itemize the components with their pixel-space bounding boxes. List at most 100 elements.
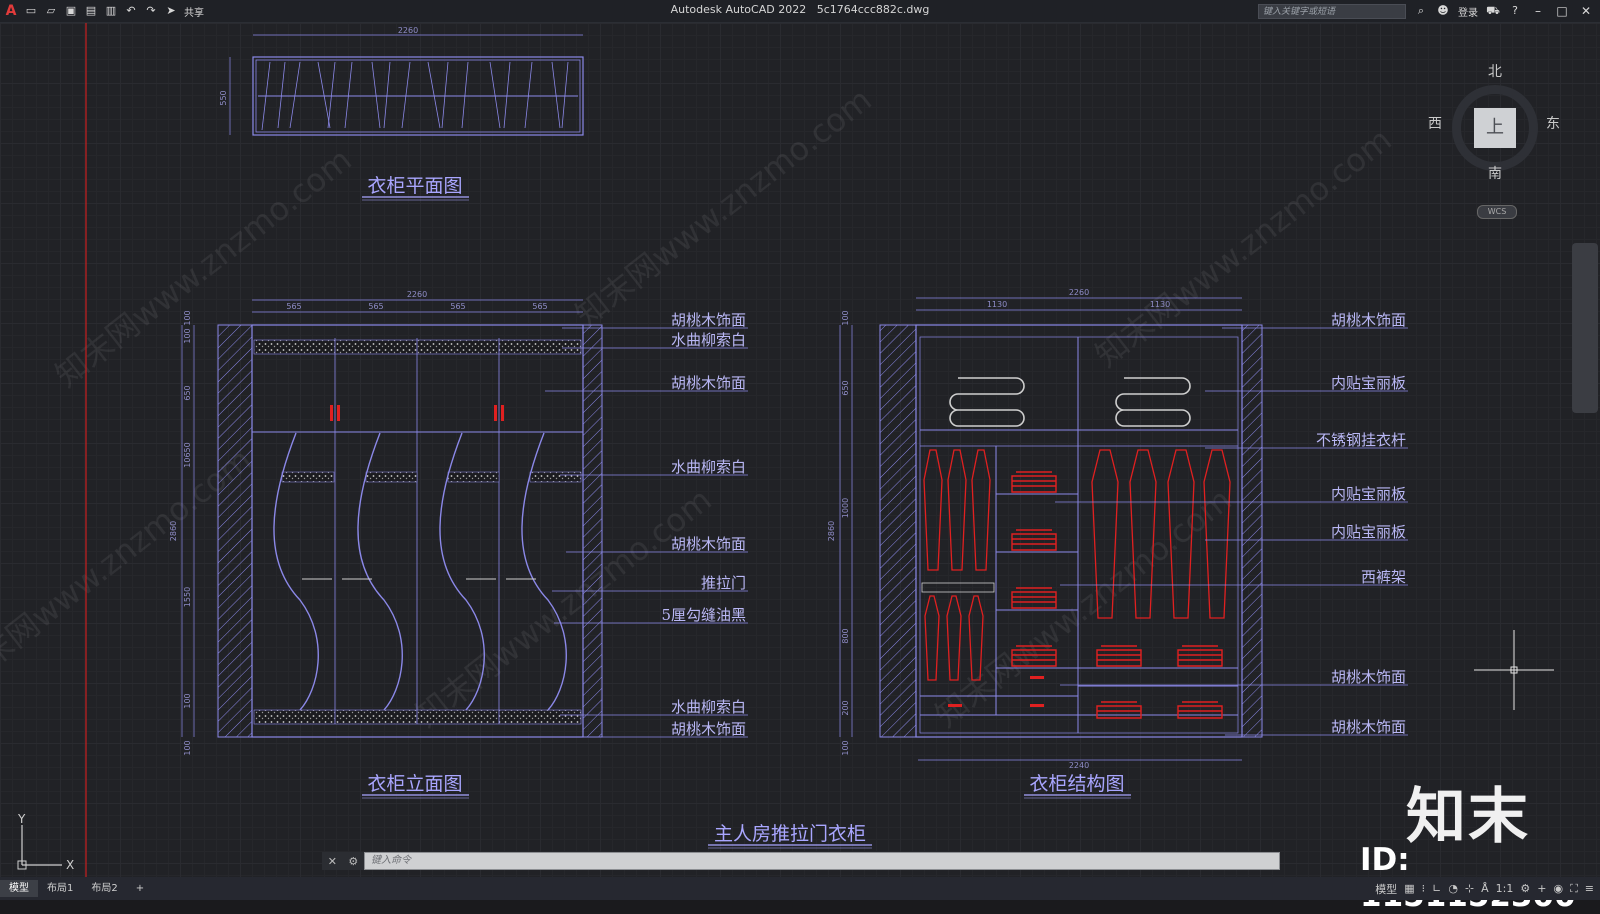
command-input[interactable]: 键入命令 bbox=[364, 852, 1280, 870]
share-icon[interactable]: ➤ bbox=[164, 4, 178, 18]
compass-north[interactable]: 北 bbox=[1488, 61, 1502, 81]
fullscreen-icon[interactable]: ⛶ bbox=[1570, 882, 1578, 896]
app-title: Autodesk AutoCAD 2022 bbox=[670, 3, 807, 16]
close-icon[interactable]: ✕ bbox=[328, 855, 337, 868]
plus-icon[interactable]: + bbox=[1537, 882, 1546, 895]
struct-label: 胡桃木饰面 bbox=[1331, 718, 1406, 736]
add-layout-button[interactable]: + bbox=[127, 880, 153, 897]
plan-width-dim: 2260 bbox=[398, 26, 418, 35]
structure-view: 2260 1130 1130 2240 2860 100 650 1000 80… bbox=[827, 288, 1408, 799]
struct-total-width: 2260 bbox=[1069, 288, 1089, 297]
command-line-controls: ✕ ⚙ bbox=[322, 852, 364, 870]
main-title: 主人房推拉门衣柜 bbox=[714, 823, 866, 845]
autocad-logo-icon[interactable]: A bbox=[4, 4, 18, 18]
struct-label: 不锈钢挂衣杆 bbox=[1316, 431, 1406, 449]
plan-view: 2260 550 衣柜平面图 bbox=[219, 26, 584, 201]
struct-height-dim: 2860 bbox=[827, 521, 836, 541]
drawing-canvas[interactable]: 知末网www.znzmo.com 知末网www.znzmo.com 知末网www… bbox=[0, 23, 1600, 877]
maximize-button[interactable]: □ bbox=[1554, 4, 1570, 18]
help-icon[interactable]: ? bbox=[1508, 4, 1522, 18]
plot-icon[interactable]: ▥ bbox=[104, 4, 118, 18]
minimize-button[interactable]: – bbox=[1530, 4, 1546, 18]
osnap-icon[interactable]: ⊹ bbox=[1465, 882, 1474, 895]
elev-label: 水曲柳索白 bbox=[671, 458, 746, 476]
compass-east[interactable]: 东 bbox=[1546, 113, 1560, 133]
status-bar: 模型 布局1 布局2 + 模型 ▦ ⁝ ∟ ◔ ⊹ Å 1:1 ⚙ + ◉ ⛶ … bbox=[0, 877, 1600, 900]
ucs-icon: Y X bbox=[17, 813, 74, 872]
title-bar-right: 键入关键字或短语 ⌕ ☻ 登录 ⛟ ? – □ ✕ bbox=[1258, 0, 1594, 22]
elev-left-dim: 100 bbox=[183, 328, 192, 343]
struct-left-dim: 100 bbox=[841, 310, 850, 325]
folded-blankets bbox=[949, 377, 1191, 427]
elev-label: 5厘勾缝油黑 bbox=[661, 606, 746, 624]
ortho-icon[interactable]: ∟ bbox=[1432, 882, 1441, 895]
elev-left-dim: 650 bbox=[183, 385, 192, 400]
polar-icon[interactable]: ◔ bbox=[1448, 882, 1458, 895]
struct-dim-2: 1130 bbox=[1150, 300, 1170, 309]
compass-west[interactable]: 西 bbox=[1428, 113, 1442, 133]
save-icon[interactable]: ▣ bbox=[64, 4, 78, 18]
struct-left-dim: 1000 bbox=[841, 498, 850, 518]
tab-layout2[interactable]: 布局2 bbox=[82, 880, 126, 897]
status-tools: 模型 ▦ ⁝ ∟ ◔ ⊹ Å 1:1 ⚙ + ◉ ⛶ ≡ bbox=[1375, 877, 1594, 900]
struct-left-dim: 800 bbox=[841, 628, 850, 643]
elevation-view: 2260 565 565 565 565 2860 100 100 650 10… bbox=[169, 290, 748, 799]
elev-dim-1: 565 bbox=[286, 302, 301, 311]
redo-icon[interactable]: ↷ bbox=[144, 4, 158, 18]
cart-icon[interactable]: ⛟ bbox=[1486, 4, 1500, 18]
tab-layout1[interactable]: 布局1 bbox=[38, 880, 82, 897]
gear-icon[interactable]: ⚙ bbox=[1520, 882, 1530, 895]
elev-label: 水曲柳索白 bbox=[671, 331, 746, 349]
wcs-menu[interactable]: WCS bbox=[1477, 205, 1517, 219]
command-line: ✕ ⚙ 键入命令 bbox=[322, 852, 1280, 870]
elev-left-dim: 100 bbox=[183, 310, 192, 325]
viewcube[interactable]: 上 北 南 东 西 WCS bbox=[1422, 63, 1572, 233]
elev-height-dim: 2860 bbox=[169, 521, 178, 541]
tab-model[interactable]: 模型 bbox=[0, 880, 38, 897]
isolate-icon[interactable]: ◉ bbox=[1553, 882, 1563, 895]
struct-label: 内贴宝丽板 bbox=[1331, 523, 1406, 541]
undo-icon[interactable]: ↶ bbox=[124, 4, 138, 18]
viewcube-top-face[interactable]: 上 bbox=[1474, 108, 1516, 148]
search-input[interactable]: 键入关键字或短语 bbox=[1258, 3, 1406, 19]
save-as-icon[interactable]: ▤ bbox=[84, 4, 98, 18]
elev-dim-2: 565 bbox=[368, 302, 383, 311]
elevation-title: 衣柜立面图 bbox=[367, 773, 462, 795]
crosshair-cursor bbox=[1474, 630, 1554, 710]
navigation-bar[interactable] bbox=[1572, 243, 1598, 413]
snap-icon[interactable]: ⁝ bbox=[1422, 882, 1426, 895]
open-file-icon[interactable]: ▱ bbox=[44, 4, 58, 18]
login-button[interactable]: 登录 bbox=[1458, 4, 1478, 19]
quick-access-toolbar: A ▭ ▱ ▣ ▤ ▥ ↶ ↷ ➤ 共享 bbox=[0, 0, 204, 22]
struct-left-dim: 100 bbox=[841, 740, 850, 755]
grid-icon[interactable]: ▦ bbox=[1404, 882, 1414, 895]
struct-label: 胡桃木饰面 bbox=[1331, 668, 1406, 686]
share-button[interactable]: 共享 bbox=[184, 4, 204, 19]
compass-south[interactable]: 南 bbox=[1488, 163, 1502, 183]
struct-label: 西裤架 bbox=[1361, 568, 1406, 586]
cad-drawing: 2260 550 衣柜平面图 2260 565 565 565 565 2860… bbox=[85, 23, 1408, 877]
elev-left-dim: 100 bbox=[183, 740, 192, 755]
elev-left-dim: 10650 bbox=[183, 442, 192, 467]
close-button[interactable]: ✕ bbox=[1578, 4, 1594, 18]
annotation-scale[interactable]: 1:1 bbox=[1496, 882, 1514, 895]
search-icon[interactable]: ⌕ bbox=[1414, 4, 1428, 18]
elev-total-width: 2260 bbox=[407, 290, 427, 299]
struct-bottom-dim: 2240 bbox=[1069, 761, 1089, 770]
struct-left-dim: 200 bbox=[841, 700, 850, 715]
svg-text:Y: Y bbox=[17, 813, 26, 826]
wrench-icon[interactable]: ⚙ bbox=[348, 855, 358, 868]
elev-label: 胡桃木饰面 bbox=[671, 374, 746, 392]
trouser-rack bbox=[921, 582, 995, 593]
new-file-icon[interactable]: ▭ bbox=[24, 4, 38, 18]
elev-left-dim: 1550 bbox=[183, 587, 192, 607]
struct-left-dim: 650 bbox=[841, 380, 850, 395]
user-icon[interactable]: ☻ bbox=[1436, 4, 1450, 18]
elev-label: 水曲柳索白 bbox=[671, 698, 746, 716]
annotation-icon[interactable]: Å bbox=[1481, 882, 1489, 895]
elev-label: 胡桃木饰面 bbox=[671, 535, 746, 553]
model-space-button[interactable]: 模型 bbox=[1375, 881, 1397, 897]
elev-label: 胡桃木饰面 bbox=[671, 311, 746, 329]
menu-icon[interactable]: ≡ bbox=[1585, 882, 1594, 895]
struct-dim-1: 1130 bbox=[987, 300, 1007, 309]
